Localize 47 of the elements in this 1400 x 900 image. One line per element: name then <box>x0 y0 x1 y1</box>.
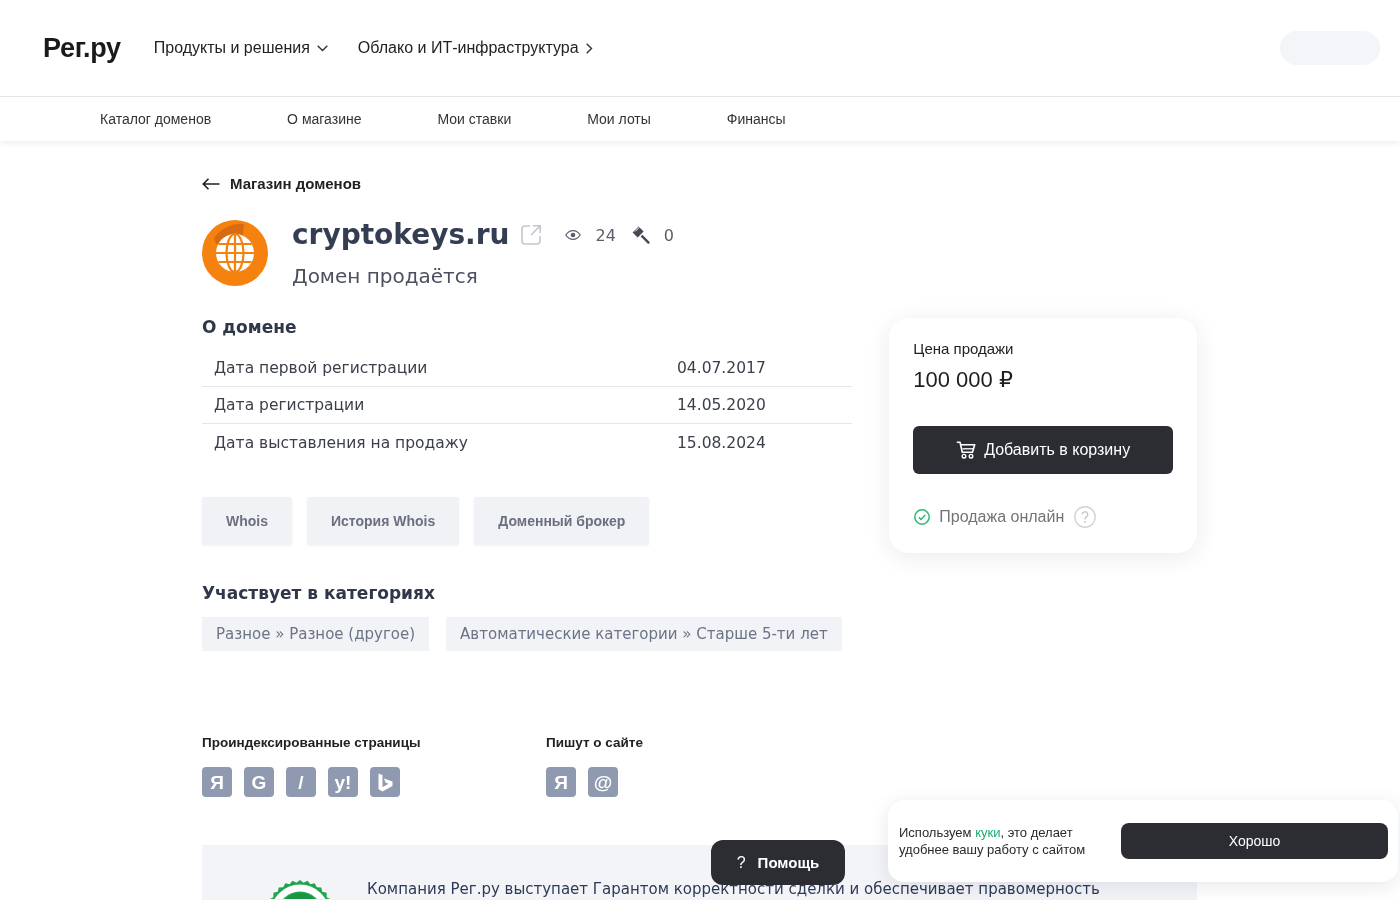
globe-icon <box>202 220 268 286</box>
subnav-link[interactable]: Финансы <box>726 111 786 127</box>
search-engine-link[interactable] <box>370 767 400 797</box>
info-label: Дата первой регистрации <box>213 359 429 377</box>
info-value: 14.05.2020 <box>677 396 767 414</box>
subnav-link[interactable]: Мои ставки <box>437 111 512 127</box>
domain-name: cryptokeys.ru <box>292 217 510 253</box>
nav-menu-link[interactable]: Продукты и решения <box>153 39 328 57</box>
sale-mode-text: Продажа онлайн <box>939 508 1065 526</box>
gavel-icon <box>631 226 650 244</box>
info-value: 15.08.2024 <box>677 433 767 452</box>
tool-button[interactable]: Доменный брокер <box>474 497 650 545</box>
source-heading: Проиндексированные страницы <box>202 735 422 751</box>
letter-b-icon <box>377 772 393 792</box>
category-tag[interactable]: Разное » Разное (другое) <box>202 617 430 651</box>
subnav-link[interactable]: Каталог доменов <box>100 111 212 127</box>
add-to-cart-button[interactable]: Добавить в корзину <box>913 426 1173 474</box>
domain-status: Домен продаётся <box>292 263 479 289</box>
chevron-down-icon <box>316 44 328 52</box>
info-label: Дата выставления на продажу <box>213 433 469 452</box>
info-value: 04.07.2017 <box>677 359 767 377</box>
section-heading: Участвует в категориях <box>202 582 436 605</box>
logo[interactable]: Рег.ру <box>43 32 121 64</box>
chevron-right-icon <box>585 42 593 54</box>
price-value: 100 000 ₽ <box>913 366 1014 394</box>
section-heading: О домене <box>202 316 298 339</box>
view-count: 24 <box>595 225 616 245</box>
info-label: Дата регистрации <box>213 396 366 414</box>
accept-cookies-button[interactable]: Хорошо <box>1121 823 1388 859</box>
external-link-icon[interactable] <box>520 224 543 246</box>
eye-icon <box>565 230 582 240</box>
back-arrow-icon <box>202 178 220 190</box>
source-heading: Пишут о сайте <box>546 735 643 751</box>
cart-icon <box>956 441 977 459</box>
check-circle-icon <box>914 509 931 525</box>
subnav-link[interactable]: Мои лоты <box>587 111 651 127</box>
cookie-notice-text: Используем куки, это делает удобнее вашу работу с сайтом <box>899 824 1087 858</box>
nav-menu-link[interactable]: Облако и ИТ-инфраструктура <box>357 39 593 57</box>
subnav-link[interactable]: О магазине <box>287 111 362 127</box>
help-button[interactable]: ? Помощь <box>711 840 845 885</box>
price-label: Цена продажи <box>913 339 1015 359</box>
tool-button[interactable]: История Whois <box>307 497 460 545</box>
bid-count: 0 <box>663 225 675 245</box>
help-icon[interactable] <box>1074 506 1097 528</box>
category-tag[interactable]: Автоматические категории » Старше 5-ти лет <box>446 617 842 651</box>
back-link[interactable]: Магазин доменов <box>202 174 362 194</box>
tool-button[interactable]: Whois <box>202 497 292 545</box>
